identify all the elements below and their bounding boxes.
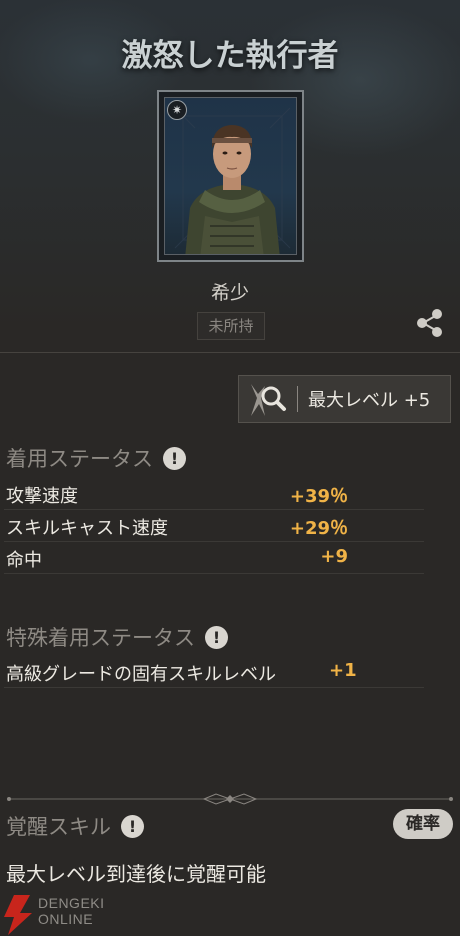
ornament-divider (7, 793, 453, 805)
owned-status-badge: 未所持 (197, 312, 265, 340)
magnify-preview-icon (239, 376, 297, 422)
stat-row: 高級グレードの固有スキルレベル +1 (4, 656, 424, 688)
stat-row: スキルキャスト速度 +29％ (4, 510, 424, 542)
separator (297, 386, 298, 412)
lightning-logo-icon (4, 895, 32, 935)
stat-value: +9 (320, 546, 348, 567)
stat-value: +1 (329, 660, 357, 681)
max-level-label: 最大レベル +5 (308, 390, 431, 411)
worn-status-title: 着用ステータス (6, 447, 153, 471)
rarity-label: 希少 (210, 282, 249, 304)
stat-label: 高級グレードの固有スキルレベル (6, 664, 276, 685)
watermark-line-2: ONLINE (38, 911, 94, 927)
element-icon: ✷ (167, 100, 187, 120)
stat-row: 命中 +9 (4, 542, 424, 574)
stat-row: 攻撃速度 +39％ (4, 478, 424, 510)
share-icon[interactable] (414, 307, 446, 339)
special-status-heading: 特殊着用ステータス ! (6, 622, 228, 652)
stat-label: スキルキャスト速度 (6, 518, 168, 539)
stat-value: +39％ (289, 486, 348, 507)
stat-value: +29％ (289, 518, 348, 539)
worn-status-heading: 着用ステータス ! (6, 443, 186, 473)
page-title: 激怒した執行者 (121, 38, 339, 74)
info-icon[interactable]: ! (121, 814, 144, 838)
character-portrait[interactable]: ✷ (157, 90, 304, 262)
probability-button[interactable]: 確率 (393, 809, 453, 839)
watermark: DENGEKI ONLINE (0, 893, 140, 936)
info-icon[interactable]: ! (163, 446, 186, 470)
portrait-frame: ✷ (164, 97, 297, 255)
awaken-skill-title: 覚醒スキル (6, 815, 111, 839)
stat-label: 攻撃速度 (6, 486, 78, 507)
awaken-skill-heading: 覚醒スキル ! (6, 811, 144, 841)
stat-label: 命中 (6, 550, 42, 571)
max-level-preview-button[interactable]: 最大レベル +5 (238, 375, 451, 423)
special-status-title: 特殊着用ステータス (6, 626, 195, 650)
awaken-description: 最大レベル到達後に覚醒可能 (6, 862, 266, 886)
divider (0, 352, 460, 353)
info-icon[interactable]: ! (205, 625, 228, 649)
watermark-line-1: DENGEKI (38, 895, 105, 911)
character-image (174, 107, 291, 254)
